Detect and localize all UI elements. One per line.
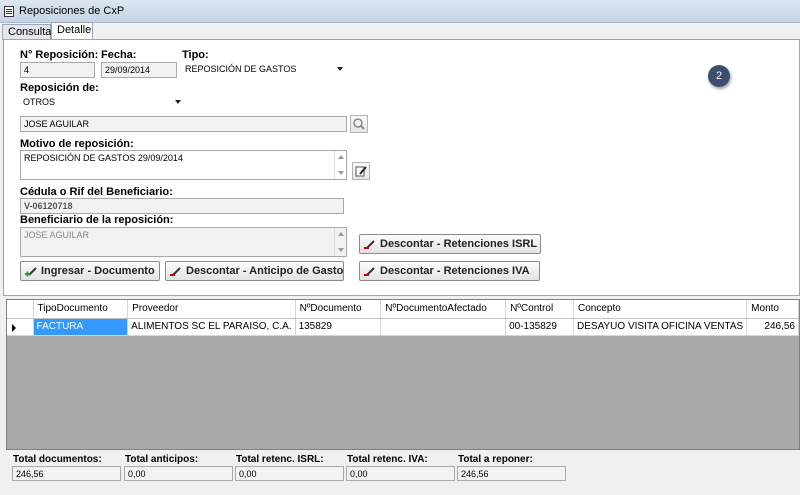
documents-grid: TipoDocumento Proveedor NºDocumento NºDo… [6, 299, 800, 450]
cell-nro-documento[interactable]: 135829 [295, 318, 382, 336]
persona-field[interactable]: JOSE AGUILAR [20, 116, 347, 132]
ingresar-documento-button[interactable]: Ingresar - Documento [20, 261, 160, 281]
total-retenc-isrl-label: Total retenc. ISRL: [236, 454, 324, 465]
cell-concepto[interactable]: DESAYUO VISITA OFICINA VENTAS [573, 318, 748, 336]
chevron-down-icon [175, 100, 181, 104]
column-header[interactable]: NºDocumentoAfectado [380, 300, 507, 319]
cell-nro-documento-afectado[interactable] [380, 318, 507, 336]
row-header-corner [7, 300, 34, 319]
beneficiario-scrollbar[interactable] [334, 228, 346, 256]
tab-detalle[interactable]: Detalle [51, 22, 93, 40]
descontar-anticipo-label: Descontar - Anticipo de Gasto [186, 265, 344, 277]
column-header[interactable]: NºControl [505, 300, 575, 319]
pencil-plus-icon [25, 267, 37, 277]
search-button[interactable] [350, 115, 368, 133]
motivo-label: Motivo de reposición: [20, 138, 134, 150]
total-a-reponer-label: Total a reponer: [458, 454, 533, 465]
fecha-field[interactable]: 29/09/2014 [101, 62, 177, 78]
cedula-label: Cédula o Rif del Beneficiario: [20, 186, 173, 198]
column-header[interactable]: TipoDocumento [33, 300, 129, 319]
cell-nro-control[interactable]: 00-135829 [505, 318, 575, 336]
current-row-icon [12, 323, 16, 332]
cell-proveedor[interactable]: ALIMENTOS SC EL PARAISO, C.A. [127, 318, 296, 336]
motivo-text: REPOSICIÓN DE GASTOS 29/09/2014 [24, 153, 183, 163]
cedula-field[interactable]: V-06120718 [20, 198, 344, 214]
cell-tipo-documento[interactable]: FACTURA [33, 318, 129, 336]
beneficiario-text: JOSE AGUILAR [24, 230, 90, 240]
beneficiario-label: Beneficiario de la reposición: [20, 214, 174, 226]
descontar-iva-label: Descontar - Retenciones IVA [380, 265, 530, 277]
cell-monto[interactable]: 246,56 [746, 318, 799, 336]
step-badge: 2 [708, 65, 730, 87]
edit-document-icon [355, 166, 367, 177]
total-a-reponer-field[interactable]: 246,56 [457, 466, 566, 481]
total-retenc-iva-label: Total retenc. IVA: [347, 454, 428, 465]
total-documentos-label: Total documentos: [13, 454, 102, 465]
documents-table: TipoDocumento Proveedor NºDocumento NºDo… [7, 300, 799, 336]
edit-motivo-button[interactable] [352, 162, 370, 180]
total-anticipos-field[interactable]: 0,00 [124, 466, 233, 481]
ingresar-documento-label: Ingresar - Documento [41, 265, 155, 277]
motivo-scrollbar[interactable] [334, 151, 346, 179]
tipo-select[interactable]: REPOSICIÓN DE GASTOS [182, 62, 346, 78]
row-header[interactable] [7, 318, 34, 336]
column-header[interactable]: Proveedor [127, 300, 296, 319]
tipo-label: Tipo: [182, 49, 209, 61]
total-documentos-field[interactable]: 246,56 [12, 466, 121, 481]
tipo-select-value: REPOSICIÓN DE GASTOS [185, 64, 297, 74]
app-window-icon [4, 6, 14, 17]
tab-consulta[interactable]: Consulta [2, 24, 51, 40]
reposicion-de-select[interactable]: OTROS [20, 95, 184, 111]
nro-reposicion-label: N° Reposición: [20, 49, 99, 61]
title-bar: Reposiciones de CxP [0, 0, 800, 23]
pencil-minus-icon [364, 240, 375, 249]
column-header[interactable]: NºDocumento [295, 300, 382, 319]
pencil-minus-icon [170, 267, 181, 276]
motivo-textarea[interactable]: REPOSICIÓN DE GASTOS 29/09/2014 [20, 150, 347, 180]
descontar-isrl-label: Descontar - Retenciones ISRL [380, 238, 538, 250]
fecha-label: Fecha: [101, 49, 137, 61]
table-row[interactable]: FACTURA ALIMENTOS SC EL PARAISO, C.A. 13… [7, 318, 799, 336]
beneficiario-textarea[interactable]: JOSE AGUILAR [20, 227, 347, 257]
reposicion-de-label: Reposición de: [20, 82, 99, 94]
window-title: Reposiciones de CxP [19, 5, 125, 17]
nro-reposicion-field[interactable]: 4 [20, 62, 95, 78]
descontar-anticipo-button[interactable]: Descontar - Anticipo de Gasto [165, 261, 344, 281]
descontar-isrl-button[interactable]: Descontar - Retenciones ISRL [359, 234, 541, 254]
column-header[interactable]: Concepto [573, 300, 748, 319]
total-anticipos-label: Total anticipos: [125, 454, 199, 465]
descontar-iva-button[interactable]: Descontar - Retenciones IVA [359, 261, 540, 281]
pencil-minus-icon [364, 267, 375, 276]
column-header[interactable]: Monto [746, 300, 799, 319]
search-icon [353, 118, 365, 130]
chevron-down-icon [337, 67, 343, 71]
reposicion-de-value: OTROS [23, 97, 56, 107]
total-retenc-iva-field[interactable]: 0,00 [346, 466, 455, 481]
total-retenc-isrl-field[interactable]: 0,00 [235, 466, 344, 481]
